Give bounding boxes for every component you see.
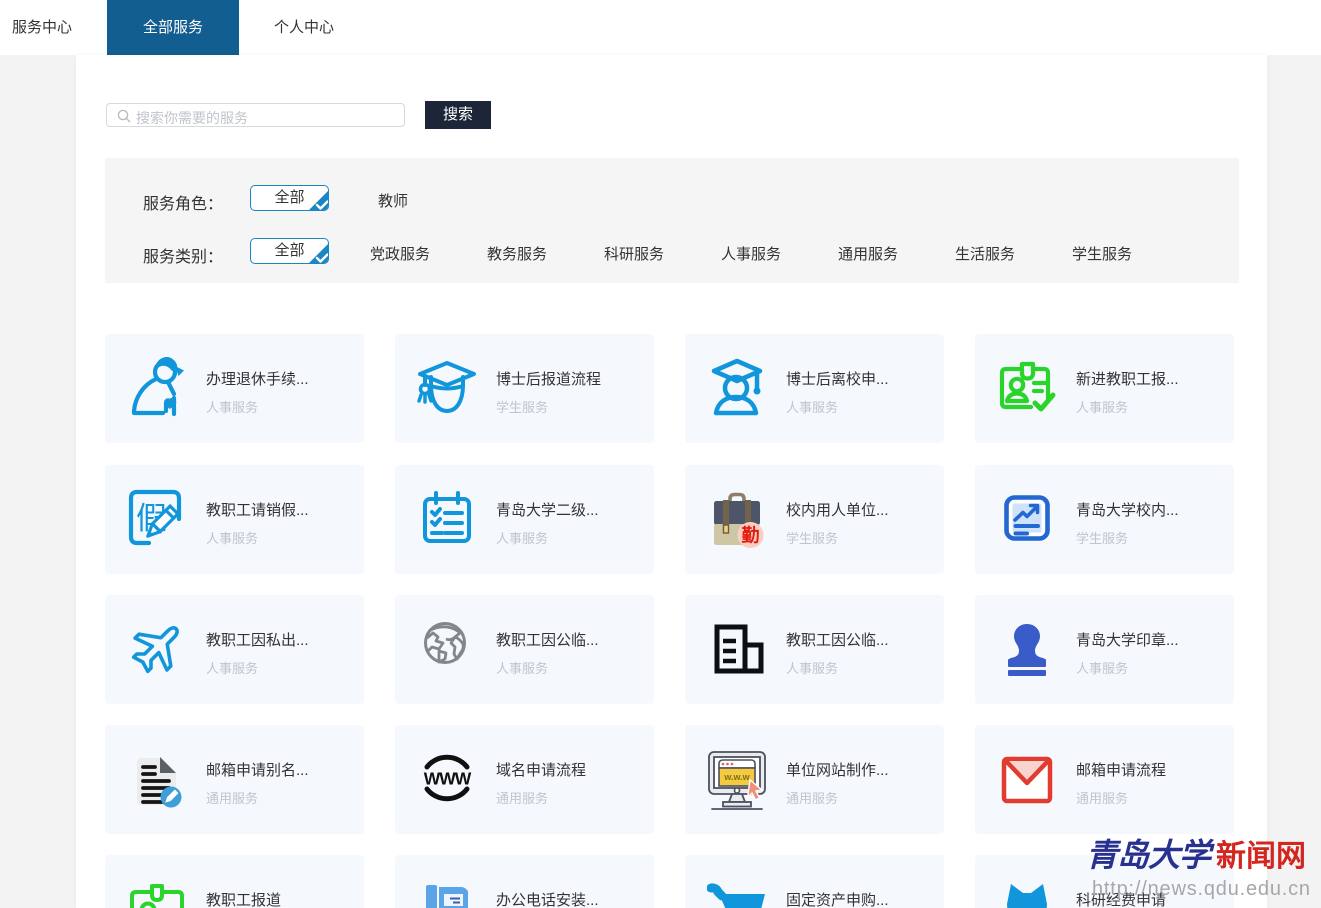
svg-text:勤: 勤 (742, 524, 760, 545)
svg-text:w.w.w: w.w.w (723, 772, 750, 782)
svg-text:WWW: WWW (424, 768, 472, 788)
